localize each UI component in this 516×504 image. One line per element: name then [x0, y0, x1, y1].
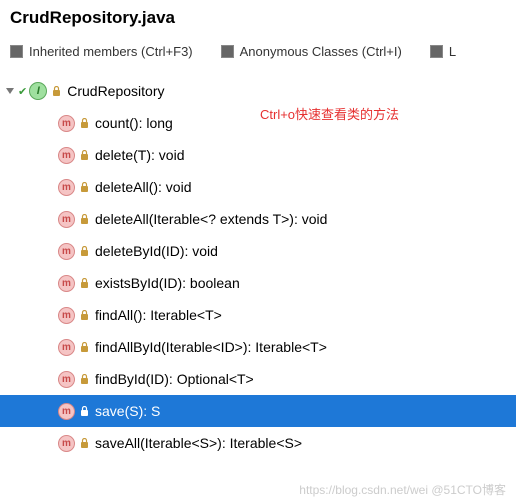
method-icon: m	[58, 435, 75, 452]
lock-icon	[79, 149, 89, 161]
method-label: findAllById(Iterable<ID>): Iterable<T>	[95, 339, 327, 355]
filter-anonymous[interactable]: Anonymous Classes (Ctrl+I)	[221, 44, 402, 59]
tree-method-item[interactable]: m deleteById(ID): void	[0, 235, 516, 267]
lock-icon	[79, 405, 89, 417]
lock-icon	[79, 117, 89, 129]
filter-l[interactable]: L	[430, 44, 456, 59]
method-label: save(S): S	[95, 403, 160, 419]
tree-root-item[interactable]: ✔ I CrudRepository	[0, 75, 516, 107]
method-label: findAll(): Iterable<T>	[95, 307, 222, 323]
tree-method-item[interactable]: m count(): long	[0, 107, 516, 139]
annotation-text: Ctrl+o快速查看类的方法	[260, 104, 399, 123]
method-label: deleteAll(): void	[95, 179, 192, 195]
lock-icon	[79, 213, 89, 225]
method-icon: m	[58, 115, 75, 132]
check-icon: ✔	[18, 85, 27, 98]
tree-method-item[interactable]: m deleteAll(Iterable<? extends T>): void	[0, 203, 516, 235]
tree-method-item[interactable]: m saveAll(Iterable<S>): Iterable<S>	[0, 427, 516, 459]
filter-inherited[interactable]: Inherited members (Ctrl+F3)	[10, 44, 193, 59]
lock-icon	[79, 373, 89, 385]
method-icon: m	[58, 211, 75, 228]
lock-icon	[79, 181, 89, 193]
tree-method-item[interactable]: m findAllById(Iterable<ID>): Iterable<T>	[0, 331, 516, 363]
method-icon: m	[58, 275, 75, 292]
lock-icon	[51, 85, 61, 97]
checkbox-icon	[221, 45, 234, 58]
lock-icon	[79, 277, 89, 289]
method-label: count(): long	[95, 115, 173, 131]
method-label: deleteAll(Iterable<? extends T>): void	[95, 211, 327, 227]
method-icon: m	[58, 339, 75, 356]
filter-label: Anonymous Classes (Ctrl+I)	[240, 44, 402, 59]
tree-method-item[interactable]: m delete(T): void	[0, 139, 516, 171]
tree-method-item[interactable]: m save(S): S	[0, 395, 516, 427]
method-icon: m	[58, 147, 75, 164]
checkbox-icon	[10, 45, 23, 58]
file-title: CrudRepository.java	[0, 0, 516, 40]
method-icon: m	[58, 179, 75, 196]
method-icon: m	[58, 243, 75, 260]
structure-tree: ✔ I CrudRepository m count(): long m delete…	[0, 69, 516, 459]
method-icon: m	[58, 403, 75, 420]
tree-method-item[interactable]: m deleteAll(): void	[0, 171, 516, 203]
method-label: saveAll(Iterable<S>): Iterable<S>	[95, 435, 302, 451]
filter-label: L	[449, 44, 456, 59]
method-label: deleteById(ID): void	[95, 243, 218, 259]
filter-label: Inherited members (Ctrl+F3)	[29, 44, 193, 59]
tree-method-item[interactable]: m existsById(ID): boolean	[0, 267, 516, 299]
tree-method-item[interactable]: m findById(ID): Optional<T>	[0, 363, 516, 395]
method-icon: m	[58, 371, 75, 388]
interface-icon: I	[29, 82, 47, 100]
checkbox-icon	[430, 45, 443, 58]
expand-icon[interactable]	[4, 85, 16, 97]
filter-bar: Inherited members (Ctrl+F3) Anonymous Cl…	[0, 40, 516, 69]
lock-icon	[79, 245, 89, 257]
method-label: delete(T): void	[95, 147, 184, 163]
method-icon: m	[58, 307, 75, 324]
root-label: CrudRepository	[67, 83, 164, 99]
lock-icon	[79, 437, 89, 449]
method-label: findById(ID): Optional<T>	[95, 371, 254, 387]
tree-method-item[interactable]: m findAll(): Iterable<T>	[0, 299, 516, 331]
watermark: https://blog.csdn.net/wei @51CTO博客	[299, 481, 506, 498]
lock-icon	[79, 341, 89, 353]
method-label: existsById(ID): boolean	[95, 275, 240, 291]
lock-icon	[79, 309, 89, 321]
